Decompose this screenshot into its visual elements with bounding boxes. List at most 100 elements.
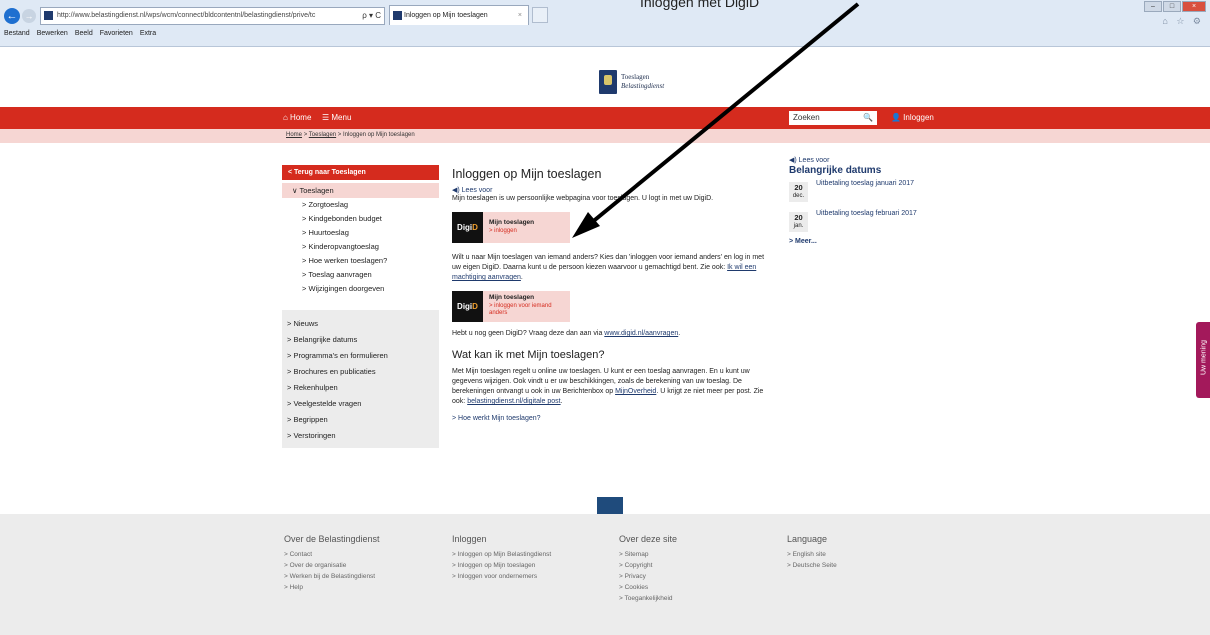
navbox-item[interactable]: > Belangrijke datums [282,332,439,348]
body-text: Met Mijn toeslagen regelt u online uw to… [452,368,764,405]
machtiging-text-body: Wilt u naar Mijn toeslagen van iemand an… [452,254,765,271]
menu-extra[interactable]: Extra [140,30,156,37]
footer-link[interactable]: > Cookies [619,582,677,593]
digid-login-other-button[interactable]: DigiD Mijn toeslagen > inloggen voor iem… [452,291,570,322]
navbox-item[interactable]: > Programma's en formulieren [282,348,439,364]
home-link[interactable]: ⌂ Home [283,113,311,122]
logo-line1: Toeslagen [621,73,650,81]
footer-link[interactable]: > Sitemap [619,549,677,560]
login-link[interactable]: 👤 Inloggen [891,113,934,122]
intro-text: Mijn toeslagen is uw persoonlijke webpag… [452,195,714,202]
search-input[interactable]: Zoeken 🔍 [789,111,877,125]
navbox-item[interactable]: > Begrippen [282,412,439,428]
feedback-label: Uw mening [1200,340,1208,376]
new-tab-button[interactable] [532,7,548,23]
navbox-item[interactable]: > Nieuws [282,316,439,332]
subnav-item[interactable]: > Wijzigingen doorgeven [282,282,439,296]
footer-heading: Over de Belastingdienst [284,534,380,544]
machtiging-text: Wilt u naar Mijn toeslagen van iemand an… [452,254,765,281]
navbox-item[interactable]: > Rekenhulpen [282,380,439,396]
footer-link[interactable]: > Over de organisatie [284,560,380,571]
digid-logo-b: D [472,223,478,232]
menu-bestand[interactable]: Bestand [4,30,30,37]
site-logo[interactable]: Toeslagen Belastingdienst [599,70,709,96]
browser-chrome: ← → http://www.belastingdienst.nl/wps/wc… [0,0,1210,47]
footer-link[interactable]: > Privacy [619,571,677,582]
footer-heading: Language [787,534,828,544]
footer-link[interactable]: > Inloggen op Mijn toeslagen [452,560,551,571]
menu-bar: Bestand Bewerken Beeld Favorieten Extra [4,30,156,37]
footer-link[interactable]: > Toegankelijkheid [619,593,677,604]
back-to-toeslagen-button[interactable]: < Terug naar Toeslagen [282,165,439,180]
footer-link[interactable]: > Inloggen op Mijn Belastingdienst [452,549,551,560]
subnav-item[interactable]: > Hoe werken toeslagen? [282,254,439,268]
search-icon[interactable]: 🔍 [863,111,873,125]
subnav-item[interactable]: > Zorgtoeslag [282,198,439,212]
subnav-item[interactable]: > Kinderopvangtoeslag [282,240,439,254]
annotation-text: Inloggen met DigiD [640,0,760,10]
date-item[interactable]: 20 dec. Uitbetaling toeslag januari 2017 [789,180,949,206]
footer-link[interactable]: > Contact [284,549,380,560]
digid-logo-a: Digi [457,302,473,311]
footer-link[interactable]: > English site [787,549,837,560]
footer-column: Inloggen > Inloggen op Mijn Belastingdie… [452,534,551,582]
breadcrumb-toeslagen[interactable]: Toeslagen [309,132,336,138]
maximize-button[interactable]: □ [1163,1,1181,12]
digid-aanvragen-link[interactable]: www.digid.nl/aanvragen [604,330,678,337]
footer-link[interactable]: > Werken bij de Belastingdienst [284,571,380,582]
browser-toolbar-icons[interactable]: ⌂ ☆ ⚙ [1162,16,1204,27]
left-sidebar: < Terug naar Toeslagen ∨ Toeslagen > Zor… [282,165,439,448]
menu-favorieten[interactable]: Favorieten [100,30,133,37]
breadcrumb-sep: > [303,132,308,138]
lees-voor-link[interactable]: ◀) Lees voor [789,156,949,164]
how-it-works-link[interactable]: > Hoe werkt Mijn toeslagen? [452,415,772,422]
subnav-category[interactable]: ∨ Toeslagen [282,183,439,198]
footer-link[interactable]: > Copyright [619,560,677,571]
date-month: jan. [793,223,804,229]
mijnoverheid-link[interactable]: MijnOverheid [615,388,656,395]
menu-beeld[interactable]: Beeld [75,30,93,37]
subnav-item[interactable]: > Toeslag aanvragen [282,268,439,282]
digid-action: > inloggen [489,228,517,234]
navbox-item[interactable]: > Verstoringen [282,428,439,444]
sidebar-navbox: > Nieuws > Belangrijke datums > Programm… [282,310,439,448]
date-text[interactable]: Uitbetaling toeslag januari 2017 [816,180,914,187]
date-day: 20 [794,183,803,192]
date-item[interactable]: 20 jan. Uitbetaling toeslag februari 2017 [789,210,949,236]
more-dates-link[interactable]: > Meer... [789,238,949,245]
navbox-item[interactable]: > Veelgestelde vragen [282,396,439,412]
digid-login-button[interactable]: DigiD Mijn toeslagen > inloggen [452,212,570,243]
digid-action: > inloggen voor iemand anders [489,303,552,316]
footer-link[interactable]: > Help [284,582,380,593]
subnav-item[interactable]: > Huurtoeslag [282,226,439,240]
address-url: http://www.belastingdienst.nl/wps/wcm/co… [57,12,316,19]
menu-link[interactable]: ☰ Menu [322,113,351,122]
date-box: 20 dec. [789,182,808,202]
minimize-button[interactable]: – [1144,1,1162,12]
dates-title: Belangrijke datums [789,165,882,176]
lees-voor-link[interactable]: ◀) Lees voor [452,186,772,194]
logo-text: Toeslagen Belastingdienst [621,73,664,91]
date-text[interactable]: Uitbetaling toeslag februari 2017 [816,210,917,217]
date-day: 20 [794,213,803,222]
forward-button[interactable]: → [22,9,36,23]
breadcrumb-home[interactable]: Home [286,132,302,138]
subnav-item[interactable]: > Kindgebonden budget [282,212,439,226]
footer-heading: Over deze site [619,534,678,544]
crest-icon [599,70,617,94]
digid-logo-icon: DigiD [452,291,483,322]
footer-link[interactable]: > Deutsche Seite [787,560,837,571]
back-button[interactable]: ← [4,8,20,24]
tab-close-icon[interactable]: × [518,6,522,25]
menu-bewerken[interactable]: Bewerken [37,30,68,37]
address-tools[interactable]: ρ ▾ C [362,8,381,24]
main-content: Inloggen op Mijn toeslagen ◀) Lees voor … [452,165,772,422]
close-window-button[interactable]: × [1182,1,1206,12]
navbox-item[interactable]: > Brochures en publicaties [282,364,439,380]
digitale-post-link[interactable]: belastingdienst.nl/digitale post [467,398,560,405]
feedback-tab[interactable]: Uw mening [1196,322,1210,398]
footer-link[interactable]: > Inloggen voor ondernemers [452,571,551,582]
browser-tab[interactable]: Inloggen op Mijn toeslagen × [389,5,529,25]
address-bar[interactable]: http://www.belastingdienst.nl/wps/wcm/co… [40,7,385,25]
tab-favicon-icon [393,11,402,20]
